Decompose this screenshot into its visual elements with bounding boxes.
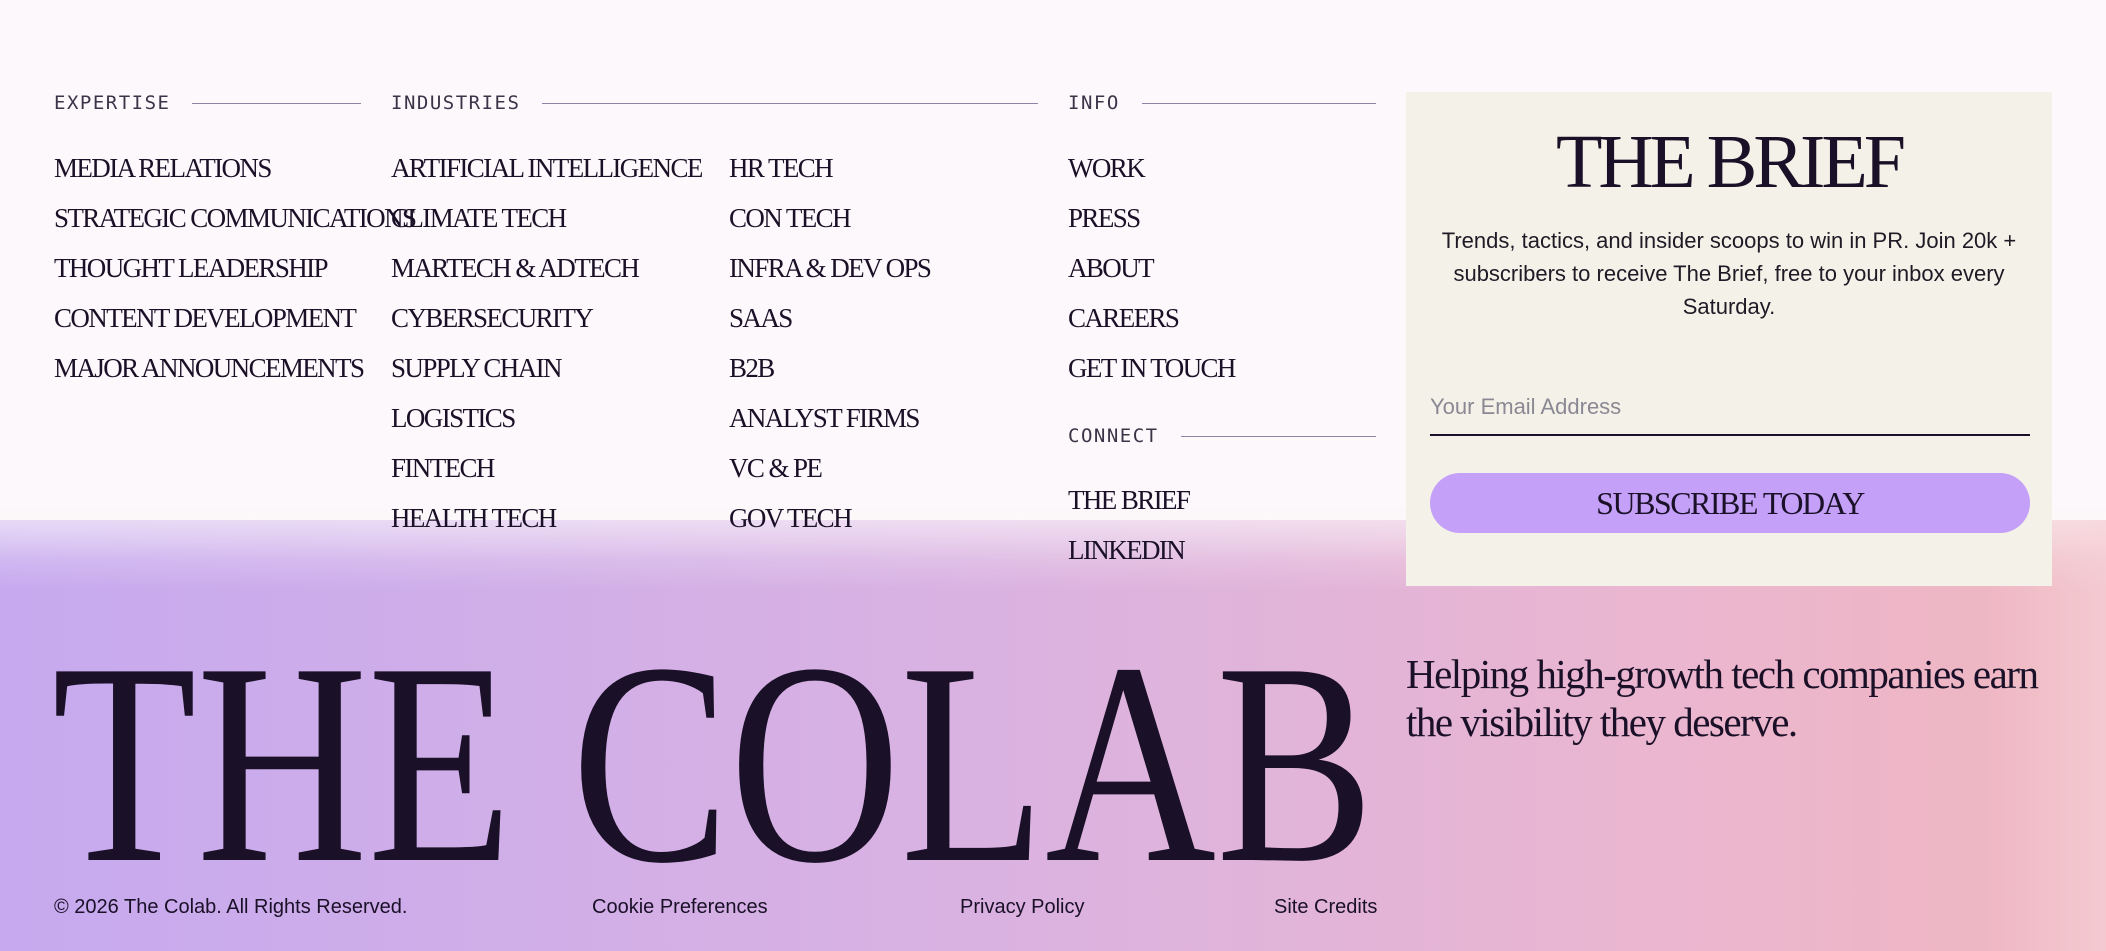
connect-column: CONNECT THE BRIEF LINKEDIN <box>1068 425 1376 575</box>
industry-link[interactable]: LOGISTICS <box>391 393 729 443</box>
industry-link[interactable]: SUPPLY CHAIN <box>391 343 729 393</box>
divider <box>1180 435 1376 437</box>
industries-heading: INDUSTRIES <box>391 92 521 114</box>
industry-link[interactable]: B2B <box>729 343 930 393</box>
tagline: Helping high-growth tech companies earn … <box>1406 651 2039 745</box>
industry-link[interactable]: ANALYST FIRMS <box>729 393 930 443</box>
info-link[interactable]: GET IN TOUCH <box>1068 343 1376 393</box>
info-link[interactable]: PRESS <box>1068 193 1376 243</box>
industry-link[interactable]: HR TECH <box>729 143 930 193</box>
industry-link[interactable]: CYBERSECURITY <box>391 293 729 343</box>
privacy-policy-link[interactable]: Privacy Policy <box>960 896 1084 919</box>
industries-list-left: ARTIFICIAL INTELLIGENCE CLIMATE TECH MARTE… <box>391 143 729 543</box>
expertise-link[interactable]: CONTENT DEVELOPMENT <box>54 293 361 343</box>
cookie-preferences-link[interactable]: Cookie Preferences <box>592 896 768 919</box>
expertise-link[interactable]: STRATEGIC COMMUNICATIONS <box>54 193 417 243</box>
info-link[interactable]: CAREERS <box>1068 293 1376 343</box>
industry-link[interactable]: MARTECH & ADTECH <box>391 243 729 293</box>
expertise-heading-row: EXPERTISE <box>54 92 361 114</box>
wordmark-text: THE COLAB <box>52 636 1374 876</box>
industry-link[interactable]: ARTIFICIAL INTELLIGENCE <box>391 143 729 193</box>
site-credits-link[interactable]: Site Credits <box>1274 896 1377 919</box>
divider <box>192 102 361 104</box>
industry-link[interactable]: GOV TECH <box>729 493 930 543</box>
divider <box>542 102 1038 104</box>
info-heading-row: INFO <box>1068 92 1376 114</box>
newsletter-panel: THE BRIEF Trends, tactics, and insider s… <box>1406 92 2052 586</box>
industry-link[interactable]: CLIMATE TECH <box>391 193 729 243</box>
industry-link[interactable]: FINTECH <box>391 443 729 493</box>
connect-heading-row: CONNECT <box>1068 425 1376 447</box>
expertise-link[interactable]: THOUGHT LEADERSHIP <box>54 243 361 293</box>
email-field[interactable] <box>1430 386 2030 436</box>
industry-link[interactable]: SAAS <box>729 293 930 343</box>
industry-link[interactable]: INFRA & DEV OPS <box>729 243 932 293</box>
expertise-link[interactable]: MAJOR ANNOUNCEMENTS <box>54 343 365 393</box>
newsletter-description: Trends, tactics, and insider scoops to w… <box>1441 228 2017 319</box>
industry-link[interactable]: CON TECH <box>729 193 930 243</box>
expertise-heading: EXPERTISE <box>54 92 171 114</box>
info-heading: INFO <box>1068 92 1120 114</box>
divider <box>1141 102 1376 104</box>
expertise-column: EXPERTISE MEDIA RELATIONS STRATEGIC COMMU… <box>54 92 417 393</box>
industry-link[interactable]: VC & PE <box>729 443 930 493</box>
info-link[interactable]: ABOUT <box>1068 243 1376 293</box>
connect-link[interactable]: THE BRIEF <box>1068 475 1376 525</box>
info-list: WORK PRESS ABOUT CAREERS GET IN TOUCH <box>1068 143 1376 393</box>
subscribe-button[interactable]: SUBSCRIBE TODAY <box>1430 473 2030 533</box>
info-column: INFO WORK PRESS ABOUT CAREERS GET IN TOUCH <box>1068 92 1376 393</box>
info-link[interactable]: WORK <box>1068 143 1376 193</box>
connect-link[interactable]: LINKEDIN <box>1068 525 1376 575</box>
industries-heading-row: INDUSTRIES <box>391 92 1038 114</box>
expertise-list: MEDIA RELATIONS STRATEGIC COMMUNICATIONS T… <box>54 143 417 393</box>
connect-list: THE BRIEF LINKEDIN <box>1068 475 1376 575</box>
connect-heading: CONNECT <box>1068 425 1159 447</box>
newsletter-title: THE BRIEF <box>1555 120 1906 204</box>
copyright: © 2026 The Colab. All Rights Reserved. <box>54 896 408 918</box>
expertise-link[interactable]: MEDIA RELATIONS <box>54 143 361 193</box>
industry-link[interactable]: HEALTH TECH <box>391 493 729 543</box>
industries-column: INDUSTRIES ARTIFICIAL INTELLIGENCE CLIMAT… <box>391 92 1038 543</box>
industries-list-right: HR TECH CON TECH INFRA & DEV OPS SAAS B2B ANA… <box>729 143 932 543</box>
colab-wordmark: THE COLAB <box>52 636 1374 876</box>
industries-lists: ARTIFICIAL INTELLIGENCE CLIMATE TECH MARTE… <box>391 143 1038 543</box>
